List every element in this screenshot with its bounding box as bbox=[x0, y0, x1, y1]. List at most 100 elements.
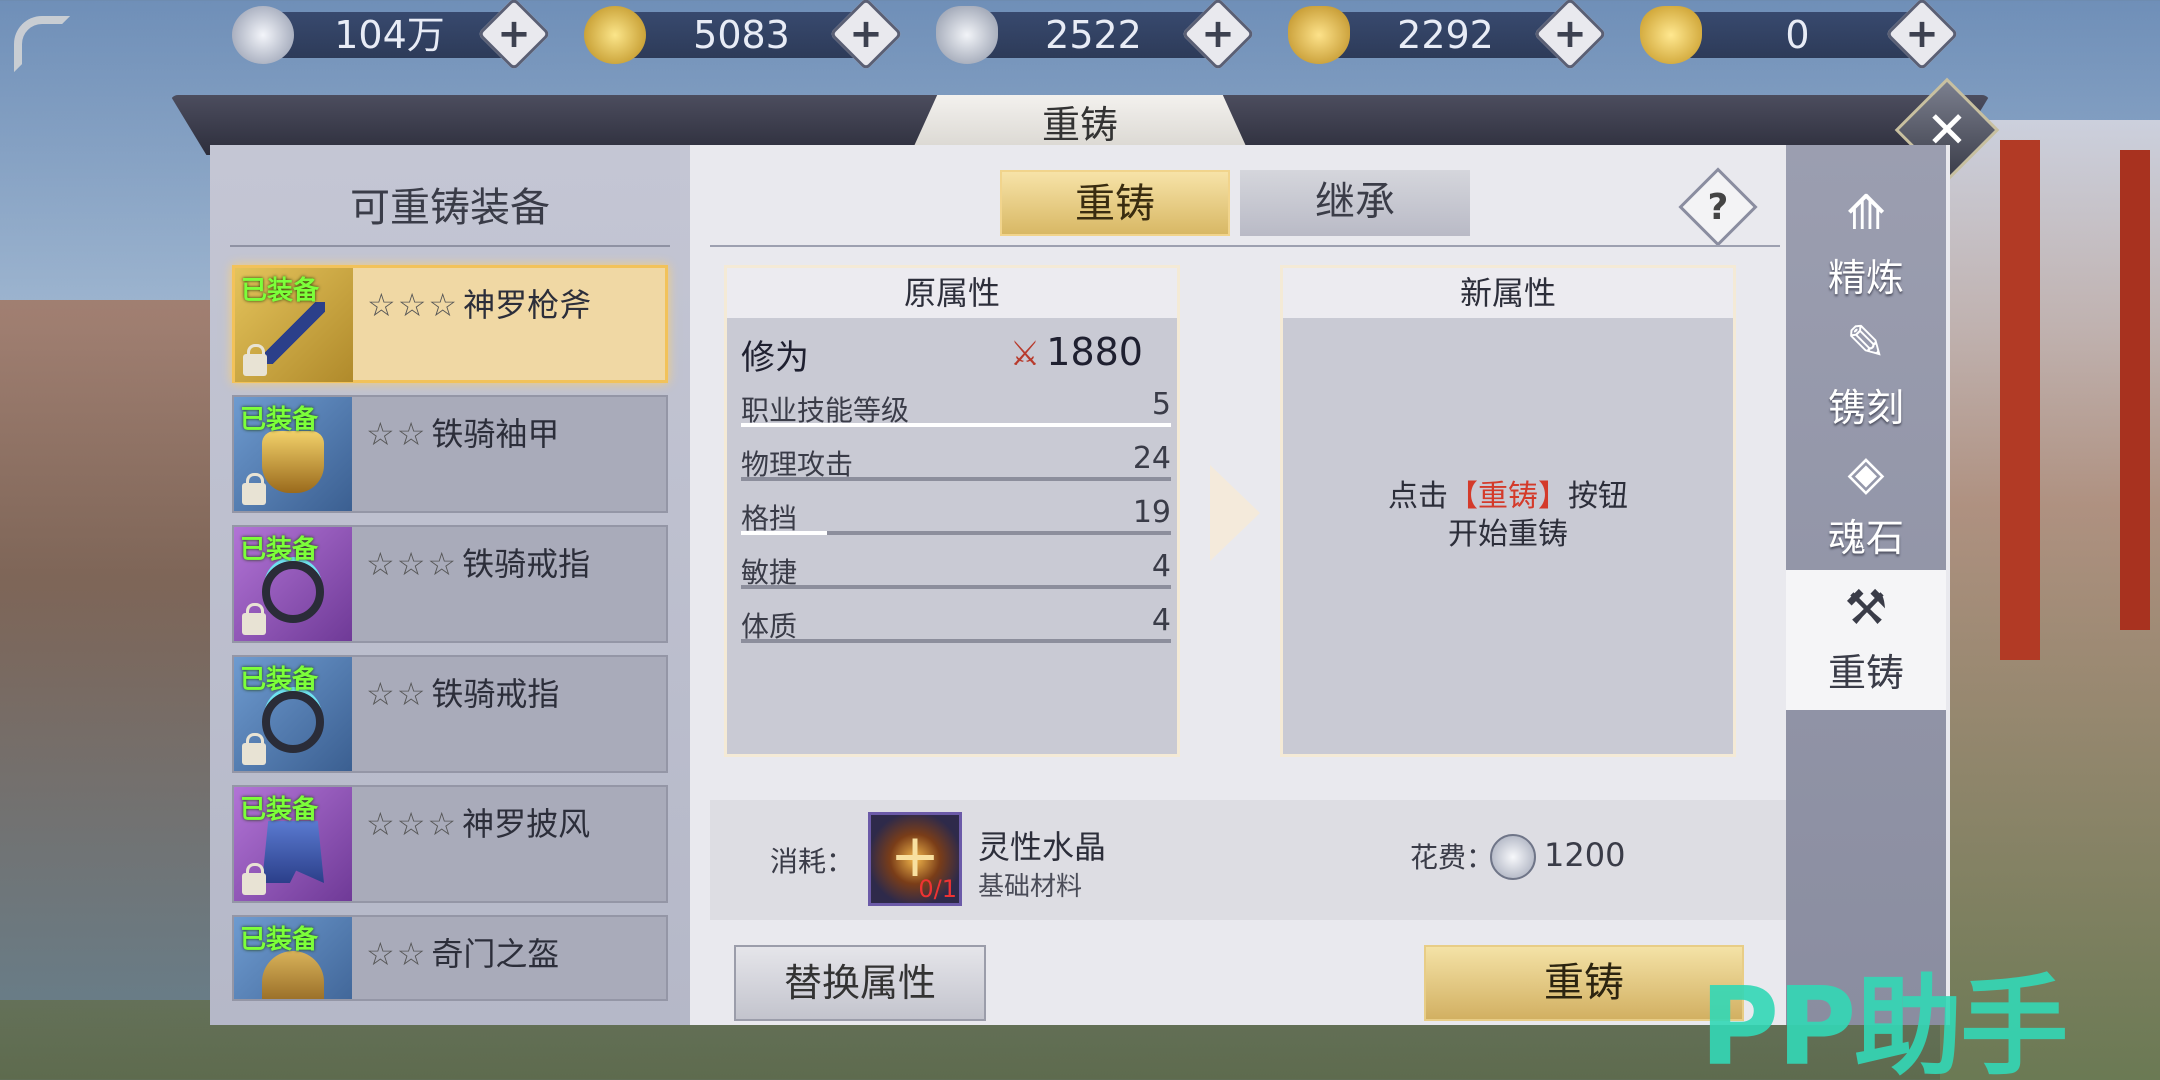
equipment-item[interactable]: 已装备 ☆☆ 铁骑戒指 bbox=[232, 655, 668, 773]
star-rating: ☆☆ bbox=[366, 935, 428, 973]
bracer-icon: 已装备 bbox=[234, 397, 352, 511]
equipped-tag: 已装备 bbox=[240, 925, 319, 955]
background-pillar bbox=[2000, 140, 2040, 660]
equipped-tag: 已装备 bbox=[240, 535, 319, 565]
back-icon[interactable] bbox=[14, 16, 70, 72]
equipment-name: 神罗披风 bbox=[462, 805, 591, 843]
side-item-engrave[interactable]: ✎ 镌刻 bbox=[1786, 305, 1946, 435]
panel-title: 重铸 bbox=[1041, 103, 1118, 147]
lock-icon bbox=[242, 473, 266, 505]
material-name: 灵性水晶 bbox=[978, 828, 1107, 866]
plus-icon: + bbox=[497, 11, 531, 57]
arrow-right-icon bbox=[1210, 465, 1260, 561]
equipment-item[interactable]: 已装备 ☆☆☆ 神罗枪斧 bbox=[232, 265, 668, 383]
new-attributes-panel: 新属性 点击【重铸】按钮 开始重铸 bbox=[1280, 265, 1736, 757]
stat-bar bbox=[741, 423, 1171, 427]
tab-inherit[interactable]: 继承 bbox=[1240, 170, 1470, 236]
refine-icon: ⟰ bbox=[1845, 185, 1887, 241]
silver-coin-icon bbox=[1490, 834, 1536, 880]
ring-icon: 已装备 bbox=[234, 527, 352, 641]
cost-area: 消耗： + 0/1 灵性水晶 基础材料 花费： 1200 bbox=[710, 800, 1790, 920]
side-menu: ⟰ 精炼 ✎ 镌刻 ◈ 魂石 ⚒ 重铸 bbox=[1786, 145, 1946, 1025]
resource-gold-ingot: 0 + bbox=[1640, 0, 1960, 71]
equipment-name: 铁骑袖甲 bbox=[431, 415, 560, 453]
equipment-name: 铁骑戒指 bbox=[431, 675, 560, 713]
gold-ingot-icon bbox=[1640, 6, 1702, 64]
star-rating: ☆☆☆ bbox=[366, 545, 459, 583]
add-gold-ingot-button[interactable]: + bbox=[1885, 0, 1959, 71]
helmet-icon: 已装备 bbox=[234, 917, 352, 999]
equipment-item[interactable]: 已装备 ☆☆☆ 神罗披风 bbox=[232, 785, 668, 903]
original-attributes-title: 原属性 bbox=[727, 268, 1177, 318]
lock-icon bbox=[243, 344, 267, 376]
poleaxe-icon: 已装备 bbox=[235, 268, 353, 382]
stat-row: 格挡 19 bbox=[741, 495, 1171, 535]
stat-bar bbox=[741, 585, 1171, 589]
equipped-tag: 已装备 bbox=[240, 665, 319, 695]
star-rating: ☆☆ bbox=[366, 415, 428, 453]
tab-recast[interactable]: 重铸 bbox=[1000, 170, 1230, 236]
side-item-soulstone[interactable]: ◈ 魂石 bbox=[1786, 435, 1946, 565]
resource-silver-ingot: 2522 + bbox=[936, 0, 1256, 71]
lock-icon bbox=[242, 733, 266, 765]
replace-attributes-button[interactable]: 替换属性 bbox=[734, 945, 986, 1021]
help-icon: ? bbox=[1707, 186, 1729, 228]
stat-bar bbox=[741, 477, 1171, 481]
ring-icon: 已装备 bbox=[234, 657, 352, 771]
star-rating: ☆☆☆ bbox=[367, 286, 460, 324]
resource-bar: 104万 + 5083 + 2522 + 2292 + 0 + bbox=[0, 0, 2160, 72]
resource-locked-gold-ingot: 2292 + bbox=[1288, 0, 1608, 71]
recast-hint: 点击【重铸】按钮 开始重铸 bbox=[1388, 479, 1628, 552]
equipment-item[interactable]: 已装备 ☆☆ 奇门之盔 bbox=[232, 915, 668, 1001]
cultivation-label: 修为 bbox=[741, 338, 809, 378]
material-count: 0/1 bbox=[918, 875, 957, 903]
plus-icon: + bbox=[849, 11, 883, 57]
side-item-refine[interactable]: ⟰ 精炼 bbox=[1786, 175, 1946, 305]
stat-row: 物理攻击 24 bbox=[741, 441, 1171, 481]
engrave-icon: ✎ bbox=[1845, 315, 1887, 371]
silver-coin-icon bbox=[232, 6, 294, 64]
stat-row: 职业技能等级 5 bbox=[741, 387, 1171, 427]
add-silver-ingot-button[interactable]: + bbox=[1181, 0, 1255, 71]
resource-gold-coin: 5083 + bbox=[584, 0, 904, 71]
silver-ingot-icon bbox=[936, 6, 998, 64]
plus-icon: + bbox=[1905, 11, 1939, 57]
add-gold-coin-button[interactable]: + bbox=[829, 0, 903, 71]
resource-value: 5083 bbox=[693, 13, 790, 57]
star-rating: ☆☆ bbox=[366, 675, 428, 713]
side-item-recast[interactable]: ⚒ 重铸 bbox=[1786, 570, 1946, 710]
lock-icon bbox=[242, 603, 266, 635]
watermark-logo: PP助手 bbox=[1700, 965, 2068, 1080]
star-rating: ☆☆☆ bbox=[366, 805, 459, 843]
plus-icon: + bbox=[1553, 11, 1587, 57]
plus-icon: + bbox=[1201, 11, 1235, 57]
add-locked-gold-ingot-button[interactable]: + bbox=[1533, 0, 1607, 71]
equipped-tag: 已装备 bbox=[241, 276, 320, 306]
soulstone-icon: ◈ bbox=[1847, 445, 1885, 501]
background-pillar bbox=[2120, 150, 2150, 630]
recast-panel: 重铸 ✕ 可重铸装备 已装备 ☆☆☆ 神罗枪斧 已装备 ☆☆ 铁骑袖甲 已装备 … bbox=[170, 77, 2000, 1045]
fee-label: 花费： bbox=[1410, 841, 1495, 874]
resource-value: 2522 bbox=[1045, 13, 1142, 57]
fee-value: 1200 bbox=[1544, 836, 1626, 874]
locked-gold-ingot-icon bbox=[1288, 6, 1350, 64]
cost-label: 消耗： bbox=[770, 845, 855, 878]
recast-button[interactable]: 重铸 bbox=[1424, 945, 1744, 1021]
recast-icon: ⚒ bbox=[1844, 580, 1888, 636]
lock-icon bbox=[242, 863, 266, 895]
power-value: ⚔ 1880 bbox=[1009, 330, 1143, 374]
add-silver-coin-button[interactable]: + bbox=[477, 0, 551, 71]
material-type: 基础材料 bbox=[978, 872, 1083, 902]
equipment-list-title: 可重铸装备 bbox=[350, 185, 550, 231]
spirit-crystal-icon[interactable]: + 0/1 bbox=[868, 812, 962, 906]
resource-silver-coin: 104万 + bbox=[232, 0, 552, 71]
stat-row: 敏捷 4 bbox=[741, 549, 1171, 589]
equipment-item[interactable]: 已装备 ☆☆ 铁骑袖甲 bbox=[232, 395, 668, 513]
equipment-item[interactable]: 已装备 ☆☆☆ 铁骑戒指 bbox=[232, 525, 668, 643]
divider bbox=[710, 245, 1780, 247]
equipment-list: 可重铸装备 已装备 ☆☆☆ 神罗枪斧 已装备 ☆☆ 铁骑袖甲 已装备 ☆☆☆ 铁… bbox=[210, 145, 690, 1025]
new-attributes-title: 新属性 bbox=[1283, 268, 1733, 318]
equipped-tag: 已装备 bbox=[240, 405, 319, 435]
gold-coin-icon bbox=[584, 6, 646, 64]
original-attributes-panel: 原属性 修为 ⚔ 1880 职业技能等级 5 物理攻击 24 格挡 19 敏捷 4… bbox=[724, 265, 1180, 757]
